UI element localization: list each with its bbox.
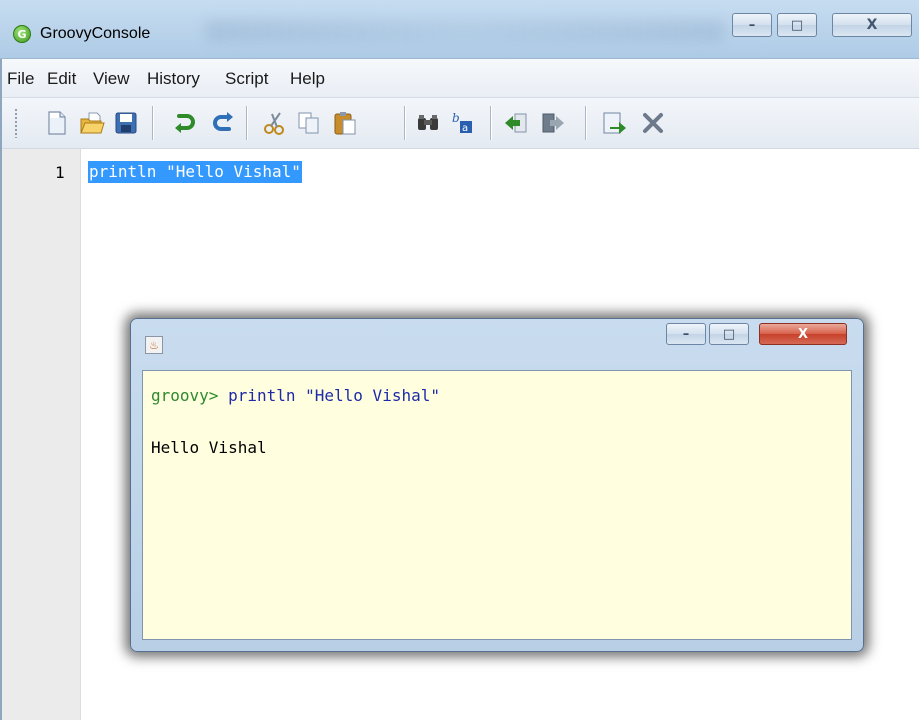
history-next-icon[interactable]	[540, 110, 566, 136]
undo-icon[interactable]	[172, 110, 198, 136]
run-script-icon[interactable]	[601, 110, 627, 136]
prompt-label: groovy>	[151, 386, 229, 405]
svg-text:a: a	[462, 123, 468, 134]
toolbar-grip[interactable]	[14, 108, 18, 138]
toolbar-separator	[246, 106, 248, 140]
redo-icon[interactable]	[210, 110, 236, 136]
menu-script[interactable]: Script	[225, 69, 268, 89]
menu-history[interactable]: History	[147, 69, 200, 89]
close-icon: X	[797, 326, 809, 342]
toolbar-separator	[152, 106, 154, 140]
output-maximize-button[interactable]: □	[709, 323, 749, 345]
window-title: GroovyConsole	[40, 25, 151, 42]
toolbar-separator	[585, 106, 587, 140]
toolbar-separator	[404, 106, 406, 140]
menu-view[interactable]: View	[93, 69, 130, 89]
maximize-icon: □	[790, 17, 804, 33]
output-result: Hello Vishal	[151, 438, 267, 457]
open-folder-icon[interactable]	[79, 110, 105, 136]
replace-icon[interactable]: b a	[450, 110, 476, 136]
menu-edit[interactable]: Edit	[47, 69, 76, 89]
cut-icon[interactable]	[262, 110, 288, 136]
output-window[interactable]: ♨ – □ X groovy> println "Hello Vishal" H…	[130, 318, 864, 652]
maximize-button[interactable]: □	[777, 13, 817, 37]
code-line-selected[interactable]: println "Hello Vishal"	[88, 161, 302, 183]
title-bar[interactable]: G GroovyConsole – □ X	[0, 0, 919, 59]
menu-bar: File Edit View History Script Help	[0, 59, 919, 98]
svg-text:b: b	[452, 111, 460, 125]
line-number: 1	[55, 163, 65, 182]
java-icon: ♨	[145, 336, 163, 354]
interrupt-icon[interactable]	[640, 110, 666, 136]
save-icon[interactable]	[113, 110, 139, 136]
history-previous-icon[interactable]	[503, 110, 529, 136]
new-file-icon[interactable]	[44, 110, 70, 136]
output-minimize-button[interactable]: –	[666, 323, 706, 345]
menu-help[interactable]: Help	[290, 69, 325, 89]
prompt-command: println "Hello Vishal"	[228, 386, 440, 405]
prompt-line: groovy> println "Hello Vishal"	[151, 386, 440, 405]
close-icon: X	[866, 17, 878, 33]
line-number-gutter: 1	[0, 149, 81, 720]
close-button[interactable]: X	[832, 13, 912, 37]
groovy-app-icon: G	[13, 25, 31, 43]
minimize-icon: –	[682, 326, 690, 342]
minimize-button[interactable]: –	[732, 13, 772, 37]
title-bar-glass	[205, 20, 725, 42]
toolbar-separator	[490, 106, 492, 140]
menu-file[interactable]: File	[7, 69, 34, 89]
minimize-icon: –	[748, 17, 756, 33]
copy-icon[interactable]	[296, 110, 322, 136]
maximize-icon: □	[722, 326, 736, 342]
output-text-area[interactable]: groovy> println "Hello Vishal" Hello Vis…	[142, 370, 852, 640]
paste-icon[interactable]	[332, 110, 358, 136]
find-icon[interactable]	[415, 110, 441, 136]
window-border	[0, 59, 2, 720]
output-close-button[interactable]: X	[759, 323, 847, 345]
